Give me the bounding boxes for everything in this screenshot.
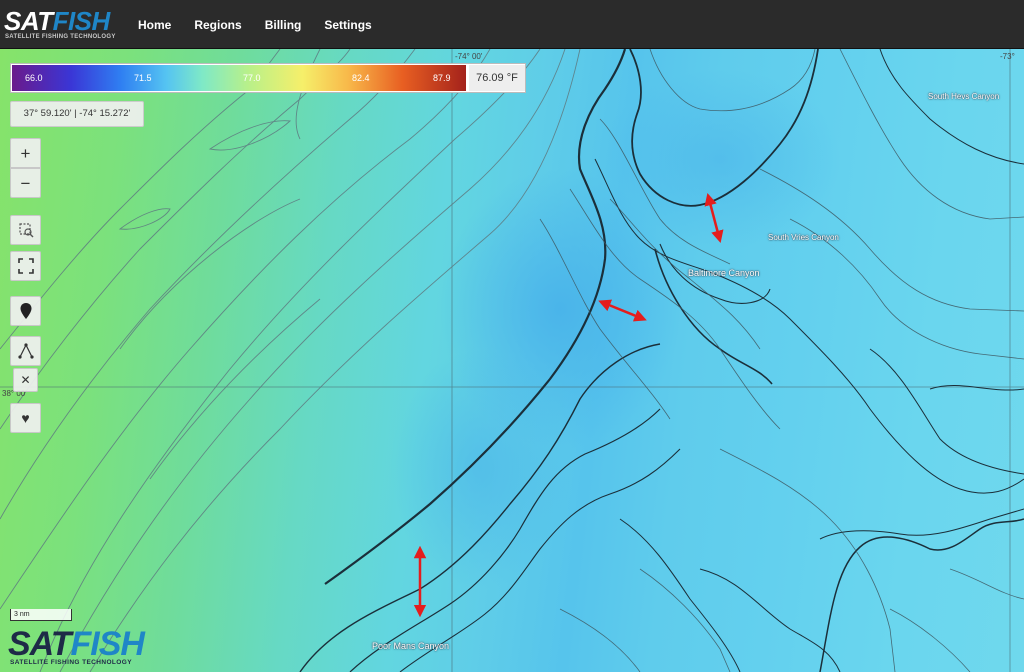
label-baltimore-canyon: Baltimore Canyon — [688, 268, 760, 278]
watermark-wordmark: SATFISH — [8, 625, 145, 663]
nav-billing[interactable]: Billing — [265, 18, 302, 32]
measure-button[interactable] — [10, 336, 41, 366]
scale-tick: 87.9 — [433, 73, 451, 83]
graticule-label-right: -73° — [1000, 52, 1015, 61]
zoom-out-button[interactable]: − — [10, 168, 41, 198]
zoom-in-button[interactable]: + — [10, 138, 41, 168]
temperature-color-scale: 66.0 71.5 77.0 82.4 87.9 76.09 °F — [10, 63, 526, 93]
bathymetry-contours — [0, 49, 1024, 672]
top-navbar: SATFISH SATELLITE FISHING TECHNOLOGY Hom… — [0, 0, 1024, 49]
close-icon: ✕ — [20, 373, 31, 387]
favorite-button[interactable]: ♥ — [10, 403, 41, 433]
minus-icon: − — [20, 173, 31, 193]
logo-wordmark: SATFISH — [4, 6, 110, 36]
clear-measure-button[interactable]: ✕ — [13, 368, 38, 392]
plus-icon: + — [20, 143, 31, 163]
fullscreen-icon — [17, 258, 34, 274]
current-temperature: 76.09 °F — [469, 65, 525, 91]
label-south-vries-canyon: South Vries Canyon — [768, 233, 839, 242]
cursor-coordinates: 37° 59.120' | -74° 15.272' — [10, 101, 144, 127]
scale-tick: 82.4 — [352, 73, 370, 83]
map-scale-bar: 3 nm — [10, 609, 72, 621]
graticule-label-top: -74° 00' — [455, 52, 483, 61]
zoom-box-icon — [18, 223, 33, 238]
main-nav: Home Regions Billing Settings — [138, 0, 395, 49]
nav-home[interactable]: Home — [138, 18, 171, 32]
logo-tagline: SATELLITE FISHING TECHNOLOGY — [5, 34, 116, 40]
map-pin-icon — [20, 303, 31, 319]
scale-tick: 71.5 — [134, 73, 152, 83]
nav-regions[interactable]: Regions — [194, 18, 241, 32]
zoom-box-button[interactable] — [10, 215, 41, 245]
fullscreen-button[interactable] — [10, 251, 41, 281]
label-poor-mans-canyon: Poor Mans Canyon — [372, 641, 450, 651]
watermark-tagline: SATELLITE FISHING TECHNOLOGY — [10, 659, 132, 666]
color-ramp: 66.0 71.5 77.0 82.4 87.9 — [12, 65, 466, 91]
satfish-logo[interactable]: SATFISH SATELLITE FISHING TECHNOLOGY — [4, 6, 122, 44]
measure-icon — [17, 343, 34, 359]
heart-icon: ♥ — [21, 410, 30, 426]
scale-tick: 77.0 — [243, 73, 261, 83]
label-south-hevs-canyon: South Hevs Canyon — [928, 92, 1000, 101]
add-marker-button[interactable] — [10, 296, 41, 326]
nav-settings[interactable]: Settings — [324, 18, 371, 32]
sst-map[interactable]: 66.0 71.5 77.0 82.4 87.9 76.09 °F 37° 59… — [0, 49, 1024, 672]
satfish-watermark: SATFISH SATELLITE FISHING TECHNOLOGY — [8, 624, 168, 669]
scale-tick: 66.0 — [25, 73, 43, 83]
